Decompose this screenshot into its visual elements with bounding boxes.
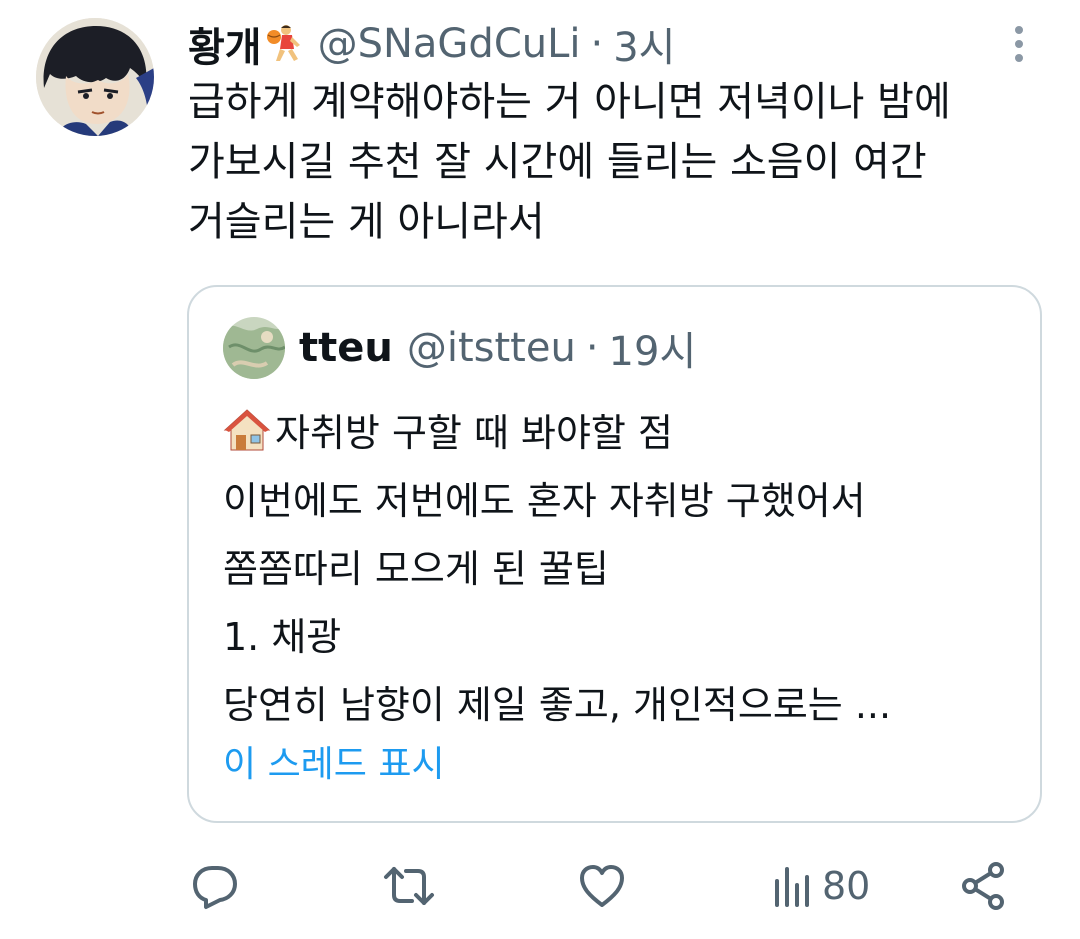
display-name[interactable]: 황개 (188, 15, 262, 73)
quoted-display-name[interactable]: tteu (299, 325, 393, 371)
user-handle[interactable]: @SNaGdCuLi (318, 21, 581, 67)
views-icon (775, 867, 809, 907)
house-icon (223, 405, 271, 451)
share-button[interactable] (960, 856, 1006, 916)
quoted-user-handle[interactable]: @itstteu (407, 325, 576, 371)
show-thread-link[interactable]: 이 스레드 표시 (223, 735, 445, 787)
like-button[interactable] (578, 856, 626, 916)
like-icon (580, 865, 624, 907)
basketball-player-emoji-icon (264, 23, 306, 65)
tweet: 황개 @SNaGdCuLi · 3시 급하게 계약해야하는 거 아니면 저녁이나… (0, 0, 1080, 939)
quoted-text-line-2: 쫌쫌따리 모으게 된 꿀팁 (223, 547, 609, 591)
header-separator: · (590, 21, 604, 67)
quoted-text-line-1: 이번에도 저번에도 혼자 자취방 구했어서 (223, 479, 866, 523)
retweet-icon (384, 867, 434, 905)
quoted-tweet-card[interactable]: tteu @itstteu · 19시 자취방 구할 때 봐야할 점 이번에도 … (187, 285, 1042, 823)
more-options-icon[interactable] (1004, 22, 1034, 66)
quoted-text-line: 자취방 구할 때 봐야할 점 (223, 399, 1013, 467)
views-button[interactable]: 80 (772, 856, 870, 916)
retweet-button[interactable] (382, 856, 436, 916)
quoted-avatar-image (223, 317, 285, 379)
quoted-text-line-3: 1. 채광 (223, 615, 342, 659)
views-count: 80 (822, 864, 871, 908)
quoted-tweet-header: tteu @itstteu · 19시 (299, 317, 696, 379)
quoted-avatar[interactable] (223, 317, 285, 379)
reply-icon (193, 866, 237, 909)
quoted-tweet-text: 자취방 구할 때 봐야할 점 이번에도 저번에도 혼자 자취방 구했어서 쫌쫌따… (223, 399, 1013, 739)
tweet-text: 급하게 계약해야하는 거 아니면 저녁이나 밤에 가보시길 추천 잘 시간에 들… (188, 79, 951, 245)
quoted-header-separator: · (585, 325, 599, 371)
quoted-text-line-4: 당연히 남향이 제일 좋고, 개인적으로는 ... (223, 683, 892, 727)
reply-button[interactable] (190, 856, 240, 916)
timestamp[interactable]: 3시 (613, 15, 675, 73)
avatar-image (36, 18, 154, 136)
quoted-timestamp[interactable]: 19시 (609, 319, 697, 377)
action-bar: 80 (0, 856, 1080, 916)
avatar[interactable] (36, 18, 154, 136)
quoted-text-line-0: 자취방 구할 때 봐야할 점 (275, 411, 673, 455)
tweet-header: 황개 @SNaGdCuLi · 3시 (188, 14, 675, 74)
share-icon (962, 862, 1004, 910)
